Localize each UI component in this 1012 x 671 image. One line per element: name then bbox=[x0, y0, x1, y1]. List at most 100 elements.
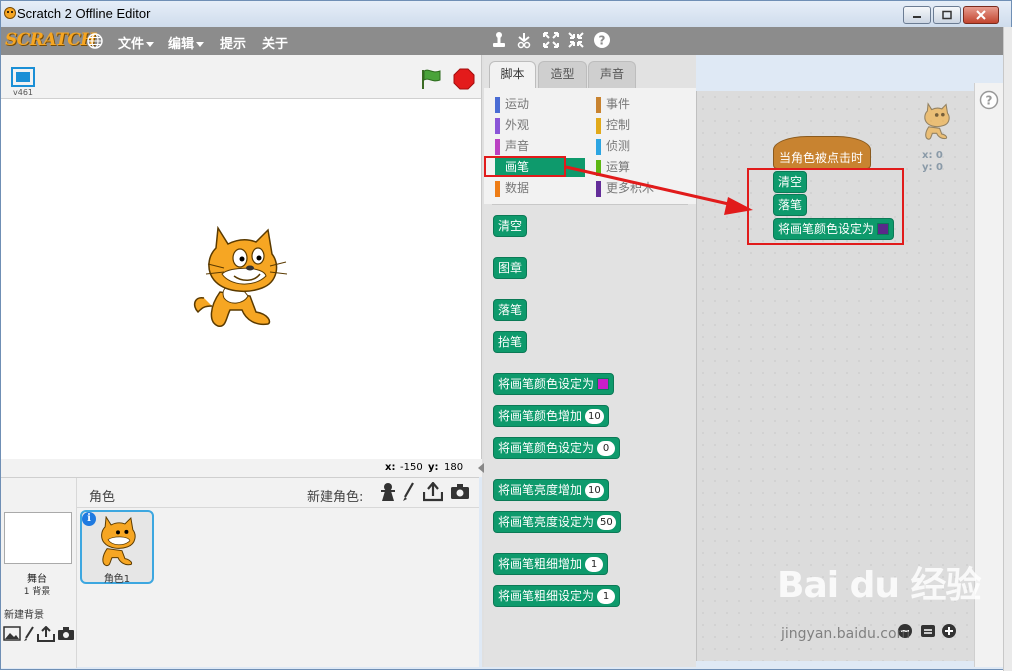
block-pen-up[interactable]: 抬笔 bbox=[493, 331, 527, 353]
number-input[interactable]: 1 bbox=[597, 589, 616, 604]
menu-file[interactable]: 文件 bbox=[118, 33, 155, 52]
green-flag-icon[interactable] bbox=[419, 68, 443, 90]
category-label: 外观 bbox=[505, 118, 530, 132]
svg-text:?: ? bbox=[986, 94, 993, 108]
block-clear[interactable]: 清空 bbox=[493, 215, 527, 237]
maximize-button[interactable] bbox=[933, 6, 961, 24]
category-color-bar bbox=[495, 118, 500, 134]
scratch-logo[interactable]: SCRATCH bbox=[5, 30, 96, 50]
hat-block-when-sprite-clicked[interactable]: 当角色被点击时 bbox=[773, 136, 871, 169]
block-change-pen-size[interactable]: 将画笔粗细增加 1 bbox=[493, 553, 608, 575]
color-swatch[interactable] bbox=[597, 378, 610, 390]
category-sensing[interactable]: 侦测 bbox=[596, 137, 686, 156]
shrink-icon[interactable] bbox=[567, 31, 585, 49]
category-data[interactable]: 数据 bbox=[495, 179, 585, 198]
grow-icon[interactable] bbox=[542, 31, 560, 49]
block-set-pen-shade[interactable]: 将画笔亮度设定为 50 bbox=[493, 511, 621, 533]
number-input[interactable]: 50 bbox=[597, 515, 616, 530]
category-color-bar bbox=[596, 97, 601, 113]
block-set-pen-color-swatch[interactable]: 将画笔颜色设定为 bbox=[493, 373, 614, 395]
tab-costumes[interactable]: 造型 bbox=[538, 61, 587, 88]
sprite-y-readout: y: 0 bbox=[922, 162, 943, 173]
category-divider bbox=[492, 204, 688, 205]
category-operators[interactable]: 运算 bbox=[596, 158, 686, 177]
upload-icon[interactable] bbox=[423, 482, 443, 502]
scratch-cat-sprite-icon[interactable] bbox=[190, 226, 290, 331]
paint-brush-icon[interactable] bbox=[402, 482, 414, 502]
scratch-cat-icon bbox=[4, 7, 16, 19]
scratch-cat-thumbnail-icon bbox=[101, 516, 136, 567]
menu-about[interactable]: 关于 bbox=[262, 33, 288, 52]
block-label: 将画笔颜色增加 bbox=[498, 409, 583, 423]
presentation-mode-icon[interactable] bbox=[11, 67, 35, 87]
stop-sign-icon[interactable] bbox=[453, 68, 475, 90]
block-label: 图章 bbox=[498, 261, 523, 275]
category-label: 运动 bbox=[505, 97, 530, 111]
category-control[interactable]: 控制 bbox=[596, 116, 686, 135]
paint-brush-icon[interactable] bbox=[23, 626, 35, 642]
language-globe-icon[interactable] bbox=[86, 32, 104, 50]
upload-icon[interactable] bbox=[37, 626, 55, 642]
sprite-name: 角色1 bbox=[103, 574, 131, 585]
block-label: 落笔 bbox=[498, 303, 523, 317]
block-set-pen-color-number[interactable]: 将画笔颜色设定为 0 bbox=[493, 437, 620, 459]
menu-tips[interactable]: 提示 bbox=[220, 33, 246, 52]
category-label: 数据 bbox=[505, 181, 530, 195]
tab-scripts[interactable]: 脚本 bbox=[489, 61, 536, 88]
block-label: 将画笔亮度增加 bbox=[498, 483, 583, 497]
close-icon bbox=[976, 10, 986, 20]
category-label: 事件 bbox=[606, 97, 631, 111]
highlight-box-pen-category bbox=[484, 156, 566, 177]
block-pen-down[interactable]: 落笔 bbox=[493, 299, 527, 321]
category-label: 更多积木 bbox=[606, 181, 655, 195]
stage-canvas[interactable] bbox=[1, 98, 482, 459]
new-backdrop-label: 新建背景 bbox=[4, 610, 44, 621]
current-sprite-icon bbox=[924, 102, 950, 140]
watermark-url: jingyan.baidu.com bbox=[781, 626, 911, 642]
number-input[interactable]: 0 bbox=[597, 441, 616, 456]
minimize-button[interactable] bbox=[903, 6, 931, 24]
block-change-pen-color[interactable]: 将画笔颜色增加 10 bbox=[493, 405, 609, 427]
zoom-reset-icon bbox=[921, 625, 935, 637]
sprites-title: 角色 bbox=[89, 490, 116, 505]
help-block-icon[interactable]: ? bbox=[593, 31, 611, 49]
category-sound[interactable]: 声音 bbox=[495, 137, 585, 156]
cut-scissors-icon[interactable] bbox=[516, 31, 532, 49]
category-more-blocks[interactable]: 更多积木 bbox=[596, 179, 686, 198]
sprite-library-icon[interactable] bbox=[379, 482, 397, 502]
mouse-y-value: 180 bbox=[444, 462, 464, 473]
block-stamp[interactable]: 图章 bbox=[493, 257, 527, 279]
sprite-thumbnail[interactable]: i 角色1 bbox=[80, 510, 154, 585]
number-input[interactable]: 1 bbox=[585, 557, 604, 572]
tab-sounds[interactable]: 声音 bbox=[588, 61, 636, 88]
block-set-pen-size[interactable]: 将画笔粗细设定为 1 bbox=[493, 585, 620, 607]
number-input[interactable]: 10 bbox=[585, 409, 604, 424]
window-scrollbar[interactable] bbox=[1003, 27, 1012, 671]
block-change-pen-shade[interactable]: 将画笔亮度增加 10 bbox=[493, 479, 609, 501]
chevron-down-icon bbox=[196, 42, 205, 47]
camera-icon[interactable] bbox=[57, 626, 75, 641]
help-icon[interactable]: ? bbox=[979, 90, 999, 110]
category-color-bar bbox=[596, 139, 601, 155]
category-list: 运动 事件 外观 控制 声音 侦测 画笔 运算 数据 更多积木 bbox=[484, 88, 696, 204]
block-label: 将画笔颜色设定为 bbox=[498, 441, 595, 455]
sprite-x-readout: x: 0 bbox=[922, 150, 943, 161]
stage-thumbnail[interactable] bbox=[4, 512, 72, 564]
title-bar: Scratch 2 Offline Editor bbox=[1, 1, 1011, 27]
block-label: 将画笔粗细增加 bbox=[498, 557, 583, 571]
close-button[interactable] bbox=[963, 6, 999, 24]
camera-icon[interactable] bbox=[450, 482, 470, 500]
sprite-pane: 舞台 1 背景 新建背景 角色 新建角色: i 角色1 bbox=[1, 477, 479, 668]
category-events[interactable]: 事件 bbox=[596, 95, 686, 114]
backdrop-library-icon[interactable] bbox=[3, 626, 21, 641]
mouse-coordinates: x: -150 y: 180 bbox=[1, 459, 482, 477]
duplicate-stamp-icon[interactable] bbox=[491, 31, 507, 49]
svg-text:?: ? bbox=[599, 34, 606, 48]
app-window: Scratch 2 Offline Editor SCRATCH 文件 编辑 提… bbox=[0, 0, 1012, 671]
menu-edit[interactable]: 编辑 bbox=[168, 33, 205, 52]
block-label: 将画笔颜色设定为 bbox=[498, 377, 595, 391]
category-motion[interactable]: 运动 bbox=[495, 95, 585, 114]
category-looks[interactable]: 外观 bbox=[495, 116, 585, 135]
number-input[interactable]: 10 bbox=[585, 483, 604, 498]
category-label: 控制 bbox=[606, 118, 631, 132]
